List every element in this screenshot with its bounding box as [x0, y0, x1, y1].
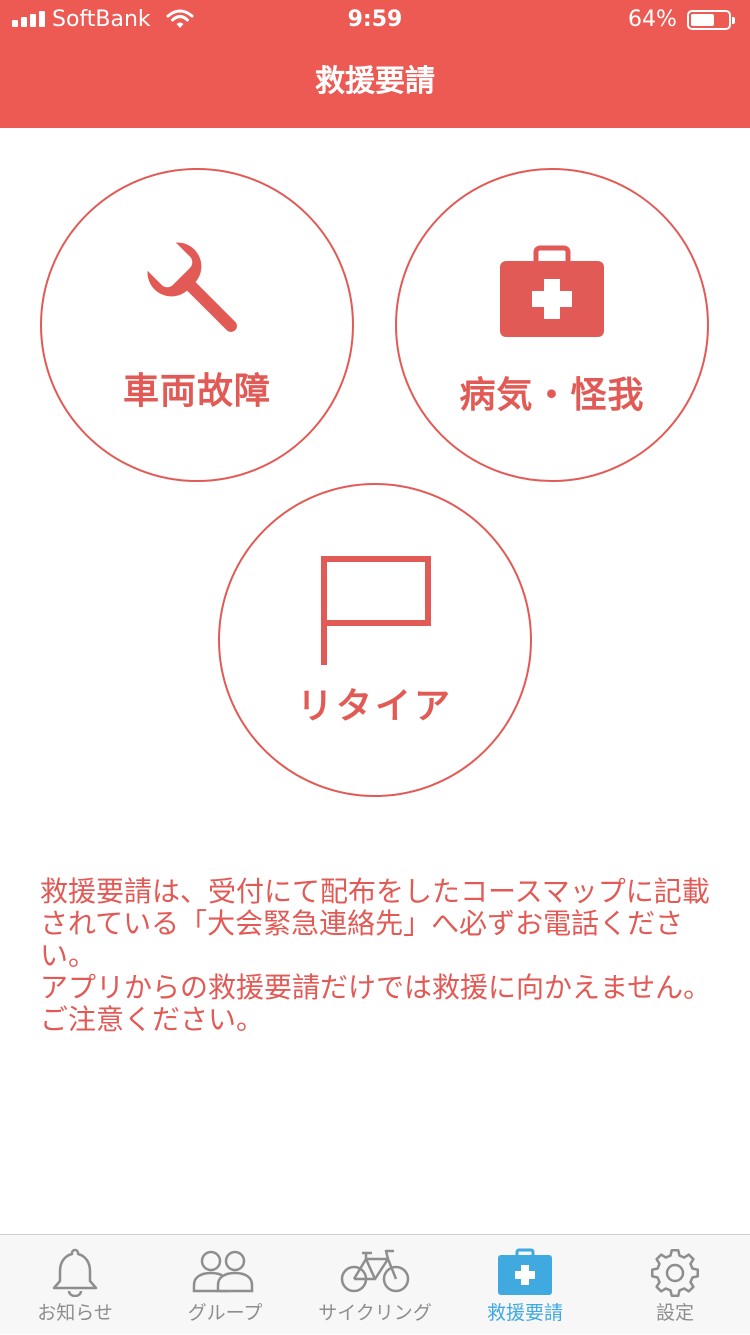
bell-icon: [49, 1247, 101, 1301]
vehicle-breakdown-button[interactable]: 車両故障: [40, 168, 354, 482]
bicycle-icon: [340, 1247, 410, 1299]
tab-label: お知らせ: [37, 1302, 113, 1324]
tab-label: 救援要請: [486, 1302, 563, 1324]
vehicle-breakdown-label: 車両故障: [122, 371, 271, 412]
tab-bar: お知らせ グループ サイクリング 救援要請 設定: [0, 1234, 750, 1334]
tab-notifications[interactable]: お知らせ: [0, 1235, 150, 1335]
page-title: 救援要請: [315, 64, 435, 99]
tab-label: 設定: [655, 1302, 694, 1324]
illness-injury-button[interactable]: 病気・怪我: [395, 168, 709, 482]
retire-label: リタイア: [296, 686, 453, 727]
tab-settings[interactable]: 設定: [600, 1235, 750, 1335]
tab-label: グループ: [187, 1302, 263, 1324]
gear-icon: [649, 1247, 701, 1303]
first-aid-kit-icon: [498, 244, 606, 342]
illness-injury-label: 病気・怪我: [459, 375, 645, 416]
tab-cycling[interactable]: サイクリング: [300, 1235, 450, 1335]
wrench-icon: [141, 236, 253, 352]
app-header: SoftBank 9:59 64% 救援要請: [0, 0, 750, 128]
battery-icon: [687, 10, 735, 30]
notice-paragraph-1: 救援要請は、受付にて配布をしたコースマップに記載されている「大会緊急連絡先」へ必…: [40, 875, 710, 972]
notice-paragraph-2: アプリからの救援要請だけでは救援に向かえません。ご注意ください。: [40, 971, 712, 1036]
first-aid-kit-icon: [497, 1247, 553, 1301]
status-bar: SoftBank 9:59 64%: [0, 0, 750, 40]
flag-icon: [319, 555, 431, 671]
battery-percent: 64%: [628, 7, 677, 32]
group-icon: [191, 1247, 259, 1299]
tab-rescue-request[interactable]: 救援要請: [450, 1235, 600, 1335]
tab-group[interactable]: グループ: [150, 1235, 300, 1335]
rescue-notice: 救援要請は、受付にて配布をしたコースマップに記載されている「大会緊急連絡先」へ必…: [40, 876, 720, 1036]
retire-button[interactable]: リタイア: [218, 483, 532, 797]
tab-label: サイクリング: [318, 1302, 432, 1324]
